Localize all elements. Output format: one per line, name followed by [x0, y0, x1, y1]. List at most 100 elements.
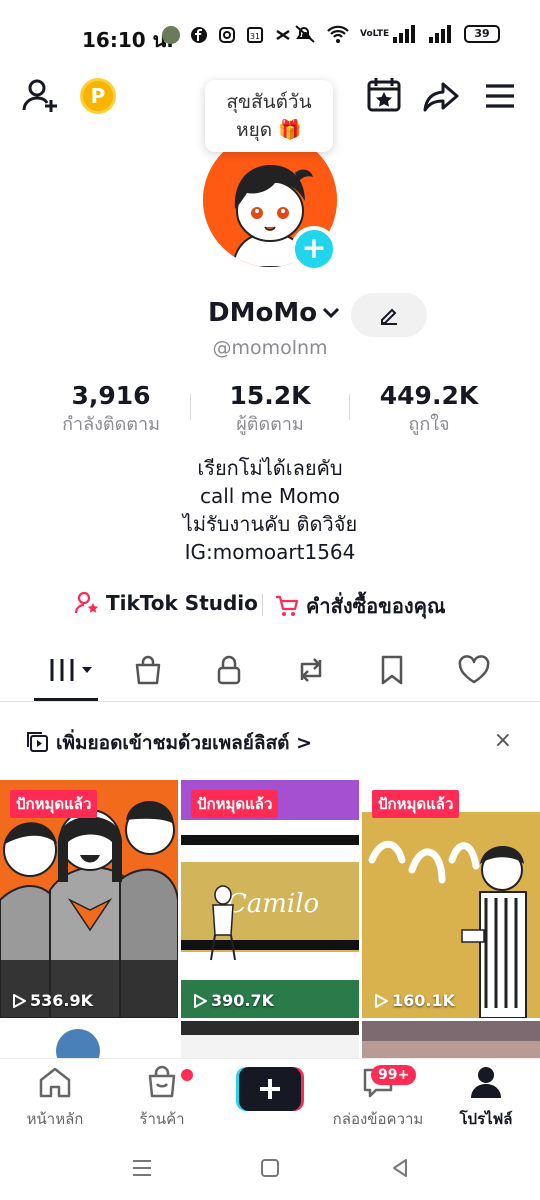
- nav-profile[interactable]: โปรไฟล์: [431, 1065, 540, 1131]
- bookmark-icon: [381, 655, 403, 685]
- liked-tab[interactable]: [444, 648, 504, 692]
- grid-icon: [50, 659, 92, 681]
- lock-icon: [217, 655, 241, 685]
- view-count: 390.7K: [191, 991, 274, 1010]
- orders-link[interactable]: คำสั่งซื้อของคุณ: [274, 590, 446, 622]
- link-divider: [262, 594, 263, 616]
- likes-label: ถูกใจ: [408, 414, 450, 435]
- nav-home[interactable]: หน้าหลัก: [0, 1065, 110, 1131]
- heart-icon: [458, 655, 490, 684]
- status-bar: 16:10 น. 31 VoLTE 39: [0, 0, 540, 72]
- bio-line: เรียกโม่ได้เลยคับ: [197, 456, 343, 480]
- nav-inbox[interactable]: กล่องข้อความ 99+: [323, 1065, 433, 1131]
- calendar-button[interactable]: [364, 74, 404, 114]
- recent-apps-icon[interactable]: [130, 1156, 154, 1180]
- app-avatar-icon: [162, 26, 180, 44]
- tooltip-line2: หยุด 🎁: [236, 119, 302, 141]
- videos-tab[interactable]: [36, 648, 96, 692]
- display-name-row[interactable]: DMoMo: [208, 298, 341, 328]
- video-artwork: [181, 1021, 359, 1061]
- pinned-badge: ปักหมุดแล้ว: [372, 790, 460, 818]
- coin-label: P: [90, 84, 106, 108]
- tooltip-line1: สุขสันต์วัน: [226, 91, 312, 113]
- playlist-banner[interactable]: เพิ่มยอดเข้าชมด้วยเพลย์ลิสต์ > ×: [0, 712, 540, 770]
- back-icon[interactable]: [388, 1156, 412, 1180]
- video-artwork: [362, 1021, 540, 1061]
- status-right: VoLTE 39: [294, 24, 500, 44]
- home-icon: [39, 1067, 71, 1098]
- calendar-31-icon: 31: [247, 27, 263, 43]
- pinned-badge: ปักหมุดแล้ว: [10, 790, 98, 818]
- profile-stats: 3,916 กำลังติดตาม 15.2K ผู้ติดตาม 449.2K…: [0, 380, 540, 440]
- video-thumbnail[interactable]: [0, 1021, 178, 1061]
- bio-line: ไม่รับงานคับ ติดวิจัย: [182, 512, 358, 536]
- likes-stat[interactable]: 449.2K ถูกใจ: [344, 380, 514, 438]
- add-avatar-button[interactable]: +: [291, 226, 337, 272]
- reposts-tab[interactable]: [281, 648, 341, 692]
- favorites-tab[interactable]: [362, 648, 422, 692]
- nav-home-label: หน้าหลัก: [26, 1110, 84, 1128]
- instagram-icon: [219, 27, 235, 43]
- create-button[interactable]: [236, 1067, 304, 1111]
- shop-bag-icon: [148, 1065, 176, 1098]
- video-title-text: Camilo: [227, 889, 319, 919]
- shop-tab[interactable]: [118, 648, 178, 692]
- followers-count: 15.2K: [229, 381, 311, 410]
- edit-profile-button[interactable]: [351, 293, 427, 337]
- video-grid: ปักหมุดแล้ว 536.9K Camilo ปักหมุดแล้ว 39…: [0, 780, 540, 1061]
- orders-label: คำสั่งซื้อของคุณ: [306, 594, 446, 618]
- video-thumbnail[interactable]: [362, 1021, 540, 1061]
- signal-icon: [393, 25, 415, 43]
- bio-line: call me Momo: [199, 484, 341, 508]
- play-icon: [13, 993, 26, 1008]
- bio-line: IG:momoart1564: [184, 540, 356, 564]
- play-icon: [375, 993, 388, 1008]
- nav-shop[interactable]: ร้านค้า: [107, 1065, 217, 1131]
- bottom-nav: หน้าหลัก ร้านค้า กล่องข้อความ 99+ โปรไฟล…: [0, 1058, 540, 1138]
- mute-icon: [295, 25, 315, 43]
- video-thumbnail[interactable]: [181, 1021, 359, 1061]
- share-button[interactable]: [421, 76, 461, 116]
- play-icon: [194, 993, 207, 1008]
- plus-icon: +: [301, 231, 327, 266]
- close-banner-button[interactable]: ×: [494, 728, 512, 753]
- menu-button[interactable]: [480, 76, 520, 116]
- nav-inbox-label: กล่องข้อความ: [332, 1110, 424, 1128]
- holiday-tooltip[interactable]: สุขสันต์วัน หยุด 🎁: [205, 80, 333, 152]
- followers-stat[interactable]: 15.2K ผู้ติดตาม: [185, 380, 355, 438]
- pinned-badge: ปักหมุดแล้ว: [191, 790, 279, 818]
- person-add-icon: [22, 79, 57, 112]
- pencil-icon: [381, 308, 397, 325]
- video-thumbnail[interactable]: Camilo ปักหมุดแล้ว 390.7K: [181, 780, 359, 1018]
- system-nav-bar: [0, 1140, 540, 1200]
- tiktok-studio-link[interactable]: TikTok Studio: [74, 590, 258, 616]
- view-count-value: 160.1K: [392, 991, 456, 1010]
- bag-icon: [135, 655, 161, 685]
- video-artwork: [0, 1021, 178, 1061]
- following-count: 3,916: [71, 381, 151, 410]
- add-friend-button[interactable]: [20, 76, 60, 116]
- battery-level: 39: [474, 27, 490, 40]
- signal-2-icon: [429, 25, 451, 43]
- profile-tabs: [0, 640, 540, 702]
- profile-icon: [471, 1067, 501, 1098]
- share-arrow-icon: [423, 82, 459, 112]
- private-tab[interactable]: [199, 648, 259, 692]
- hamburger-menu-icon: [486, 84, 514, 108]
- nav-profile-label: โปรไฟล์: [459, 1110, 513, 1128]
- repost-icon: [300, 658, 322, 682]
- tiktok-studio-label: TikTok Studio: [106, 591, 258, 615]
- likes-count: 449.2K: [379, 381, 479, 410]
- status-time: 16:10 น.: [82, 28, 174, 52]
- playlist-icon: [27, 732, 48, 752]
- coin-button[interactable]: P: [80, 78, 116, 114]
- plus-icon: [236, 1067, 304, 1111]
- following-stat[interactable]: 3,916 กำลังติดตาม: [26, 380, 196, 438]
- username: @momolnm: [212, 337, 328, 359]
- video-thumbnail[interactable]: ปักหมุดแล้ว 536.9K: [0, 780, 178, 1018]
- home-button-icon[interactable]: [258, 1156, 282, 1180]
- person-star-icon: [74, 591, 99, 614]
- cart-icon: [276, 595, 299, 616]
- inbox-badge: 99+: [371, 1065, 417, 1085]
- video-thumbnail[interactable]: ปักหมุดแล้ว 160.1K: [362, 780, 540, 1018]
